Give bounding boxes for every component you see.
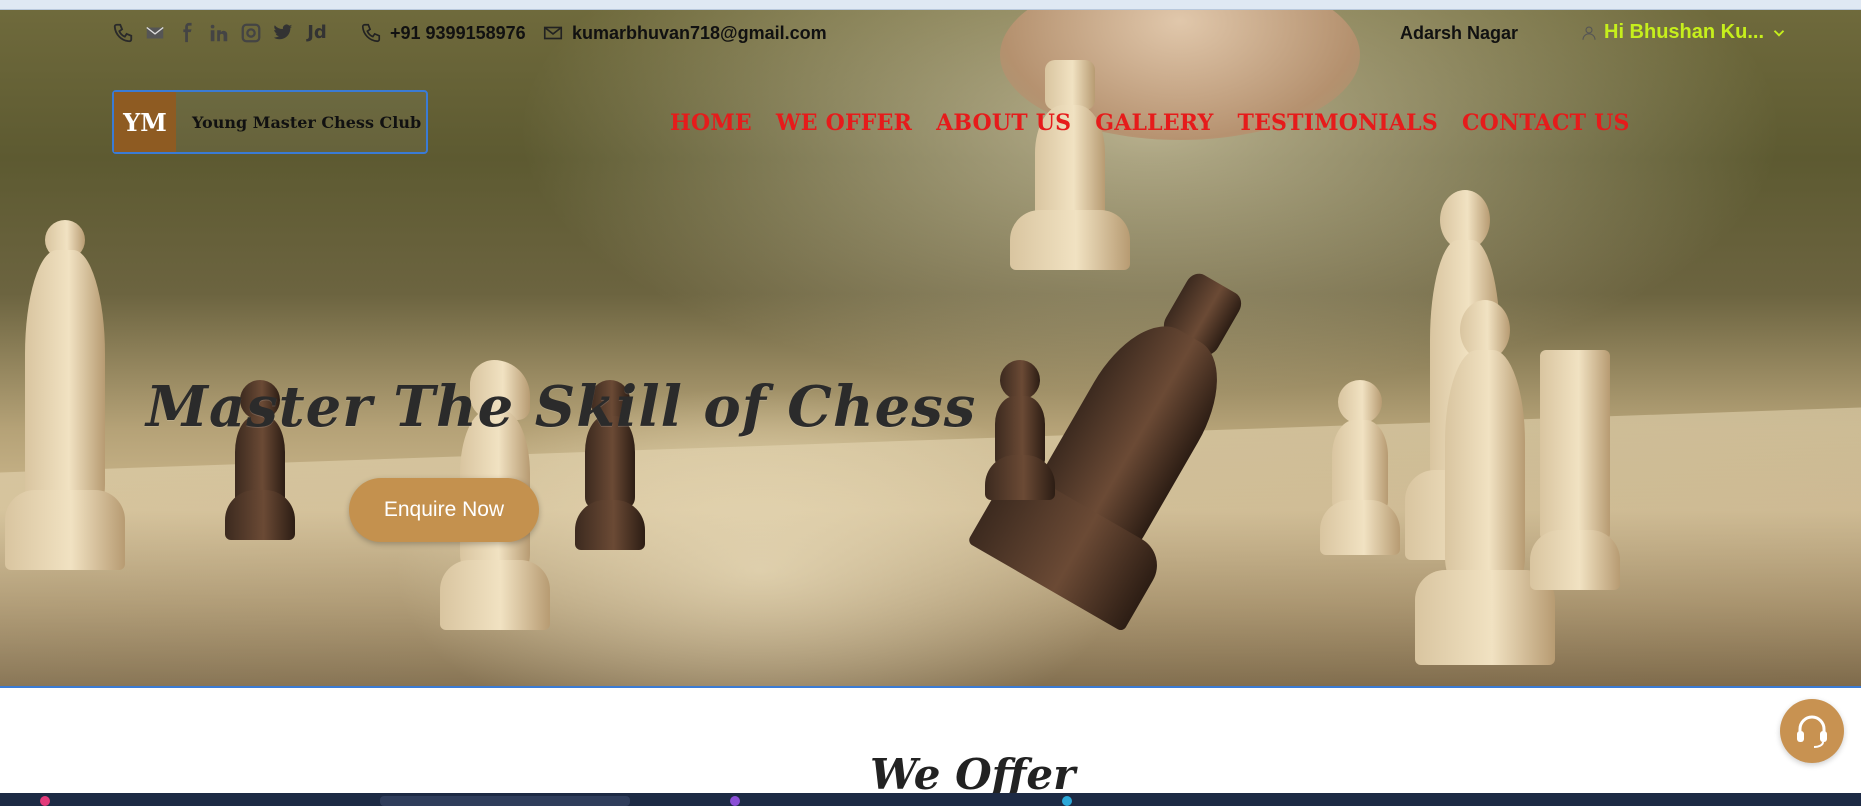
user-menu[interactable]: Hi Bhushan Ku...: [1580, 21, 1788, 44]
chess-queen-graphic: [0, 220, 130, 620]
nav-item-about-us[interactable]: ABOUT US: [936, 110, 1071, 136]
chess-rook-graphic: [1010, 60, 1130, 280]
logo-text: Young Master Chess Club: [192, 112, 422, 132]
mail-icon[interactable]: [144, 22, 166, 44]
taskbar-app-icon[interactable]: [730, 796, 740, 806]
taskbar-app-icon[interactable]: [1062, 796, 1072, 806]
user-icon: [1582, 25, 1596, 40]
hero-headline: Master The Skill of Chess: [146, 374, 977, 440]
chess-pawn-graphic: [985, 360, 1055, 510]
mail-icon: [543, 26, 563, 40]
logo-badge: YM: [114, 92, 176, 152]
linkedin-icon[interactable]: [208, 22, 230, 44]
chess-rook-graphic: [1530, 350, 1620, 600]
chess-pawn-graphic: [1320, 380, 1400, 560]
taskbar-search-box[interactable]: [380, 796, 630, 806]
section-title: We Offer: [870, 750, 1076, 799]
nav-item-we-offer[interactable]: WE OFFER: [776, 110, 912, 136]
email-address: kumarbhuvan718@gmail.com: [572, 22, 827, 43]
phone-number: +91 9399158976: [390, 22, 526, 43]
main-navigation: HOME WE OFFER ABOUT US GALLERY TESTIMONI…: [670, 110, 1630, 136]
phone-icon[interactable]: [112, 22, 134, 44]
nav-item-contact-us[interactable]: CONTACT US: [1462, 110, 1630, 136]
site-logo[interactable]: YM Young Master Chess Club: [112, 90, 428, 154]
nav-item-testimonials[interactable]: TESTIMONIALS: [1238, 110, 1438, 136]
nav-item-home[interactable]: HOME: [670, 110, 752, 136]
user-greeting: Hi Bhushan Ku...: [1604, 21, 1764, 43]
email-contact[interactable]: kumarbhuvan718@gmail.com: [542, 22, 827, 44]
location-label[interactable]: Adarsh Nagar: [1400, 23, 1518, 44]
instagram-icon[interactable]: [240, 22, 262, 44]
nav-item-gallery[interactable]: GALLERY: [1095, 110, 1213, 136]
social-links: Jd: [112, 22, 330, 44]
support-chat-button[interactable]: [1780, 699, 1844, 763]
os-taskbar: [0, 793, 1861, 806]
headset-icon: [1797, 715, 1827, 748]
top-contact-bar: Jd +91 9399158976 kumarbhuvan718@gmail.c…: [0, 10, 1861, 58]
twitter-icon[interactable]: [272, 22, 294, 44]
phone-contact[interactable]: +91 9399158976: [360, 22, 526, 44]
taskbar-app-icon[interactable]: [40, 796, 50, 806]
enquire-now-button[interactable]: Enquire Now: [349, 478, 539, 542]
facebook-icon[interactable]: [176, 22, 198, 44]
phone-icon: [361, 23, 381, 43]
justdial-icon[interactable]: Jd: [304, 22, 330, 44]
browser-top-edge: [0, 0, 1861, 10]
chevron-down-icon: [1773, 29, 1785, 37]
